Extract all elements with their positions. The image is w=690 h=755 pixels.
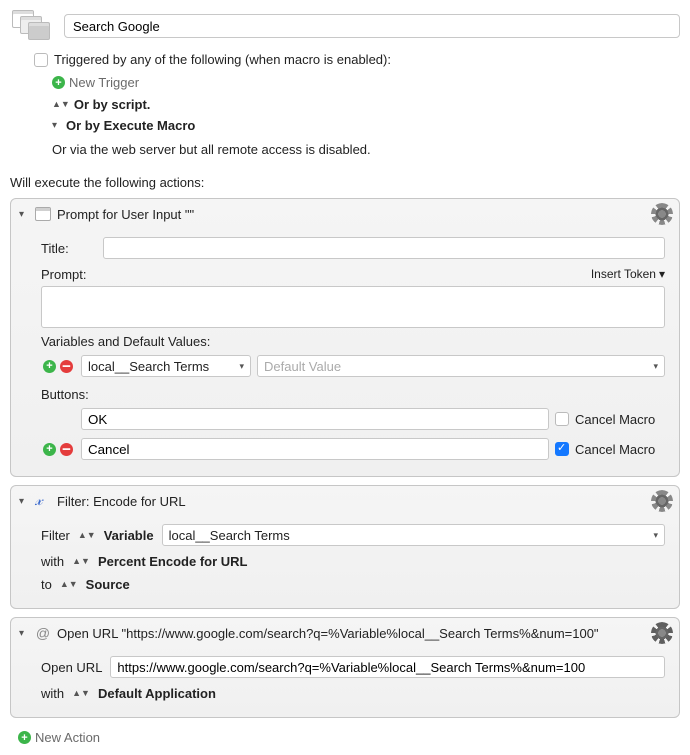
chevron-down-icon: ▾ — [659, 267, 665, 281]
or-script-row[interactable]: ▲▼ Or by script. — [34, 94, 680, 115]
encode-selector[interactable]: Percent Encode for URL — [98, 554, 248, 569]
source-selector[interactable]: Source — [86, 577, 130, 592]
triggers-checkbox[interactable] — [34, 53, 48, 67]
new-trigger-label: New Trigger — [69, 75, 139, 90]
filter-variable-value: local__Search Terms — [169, 528, 290, 543]
url-input[interactable] — [110, 656, 665, 678]
or-execute-label: Or by Execute Macro — [66, 118, 195, 133]
variable-name-value: local__Search Terms — [88, 359, 209, 374]
gear-icon[interactable] — [653, 492, 671, 510]
filter-variable-combo[interactable]: local__Search Terms ▾ — [162, 524, 665, 546]
open-url-label: Open URL — [41, 660, 102, 675]
chevron-down-icon: ▾ — [653, 361, 658, 372]
cancel-macro-checkbox-2[interactable] — [555, 442, 569, 456]
triggers-section: Triggered by any of the following (when … — [10, 44, 680, 167]
action-title: Filter: Encode for URL — [57, 494, 186, 509]
plus-icon: + — [18, 731, 31, 744]
prompt-icon — [35, 207, 51, 221]
action-open-url: ▾ @ Open URL "https://www.google.com/sea… — [10, 617, 680, 718]
prompt-textarea[interactable] — [41, 286, 665, 328]
at-icon: @ — [35, 625, 51, 641]
chevron-down-icon: ▾ — [52, 120, 62, 131]
button-ok-input[interactable] — [81, 408, 549, 430]
updown-icon[interactable]: ▲▼ — [60, 582, 78, 587]
default-value-placeholder: Default Value — [264, 359, 341, 374]
default-app-selector[interactable]: Default Application — [98, 686, 216, 701]
chevron-down-icon: ▾ — [653, 530, 658, 541]
chevron-down-icon[interactable]: ▾ — [19, 209, 29, 220]
updown-icon[interactable]: ▲▼ — [72, 691, 90, 696]
header-row — [10, 8, 680, 44]
cancel-macro-label: Cancel Macro — [575, 412, 655, 427]
remove-button-button[interactable]: − — [60, 443, 73, 456]
triggers-label: Triggered by any of the following (when … — [54, 52, 391, 67]
cancel-macro-checkbox-1[interactable] — [555, 412, 569, 426]
updown-icon: ▲▼ — [52, 102, 70, 107]
filter-label: Filter — [41, 528, 70, 543]
button-cancel-input[interactable] — [81, 438, 549, 460]
macro-title-input[interactable] — [64, 14, 680, 38]
updown-icon[interactable]: ▲▼ — [78, 533, 96, 538]
buttons-header: Buttons: — [41, 381, 665, 404]
action-prompt-user-input: ▾ Prompt for User Input "" Title: Prompt… — [10, 198, 680, 477]
new-action-label: New Action — [35, 730, 100, 745]
or-execute-row[interactable]: ▾ Or by Execute Macro — [34, 115, 680, 136]
vars-header: Variables and Default Values: — [41, 328, 665, 351]
updown-icon[interactable]: ▲▼ — [72, 559, 90, 564]
prompt-label: Prompt: — [41, 267, 95, 282]
insert-token-label: Insert Token — [591, 267, 656, 281]
action-title: Prompt for User Input "" — [57, 207, 194, 222]
cancel-macro-label: Cancel Macro — [575, 442, 655, 457]
filter-icon: 𝓍 — [35, 492, 51, 510]
macro-group-icon — [10, 8, 54, 44]
add-variable-button[interactable]: + — [43, 360, 56, 373]
gear-icon[interactable] — [653, 205, 671, 223]
chevron-down-icon[interactable]: ▾ — [19, 496, 29, 507]
new-trigger-link[interactable]: + New Trigger — [34, 71, 680, 94]
gear-icon[interactable] — [653, 624, 671, 642]
chevron-down-icon[interactable]: ▾ — [19, 628, 29, 639]
insert-token-button[interactable]: Insert Token ▾ — [591, 267, 665, 281]
exec-header: Will execute the following actions: — [10, 167, 680, 194]
to-label: to — [41, 577, 52, 592]
plus-icon: + — [52, 76, 65, 89]
chevron-down-icon: ▾ — [239, 361, 244, 372]
with-label: with — [41, 686, 64, 701]
add-button-button[interactable]: + — [43, 443, 56, 456]
action-title: Open URL "https://www.google.com/search?… — [57, 626, 647, 641]
variable-selector[interactable]: Variable — [104, 528, 154, 543]
title-label: Title: — [41, 241, 95, 256]
action-filter-encode-url: ▾ 𝓍 Filter: Encode for URL Filter ▲▼ Var… — [10, 485, 680, 609]
with-label: with — [41, 554, 64, 569]
title-input[interactable] — [103, 237, 665, 259]
remove-variable-button[interactable]: − — [60, 360, 73, 373]
default-value-combo[interactable]: Default Value ▾ — [257, 355, 665, 377]
or-script-label: Or by script. — [74, 97, 151, 112]
variable-name-combo[interactable]: local__Search Terms ▾ — [81, 355, 251, 377]
new-action-link[interactable]: + New Action — [10, 726, 680, 749]
or-web-label: Or via the web server but all remote acc… — [34, 136, 680, 163]
